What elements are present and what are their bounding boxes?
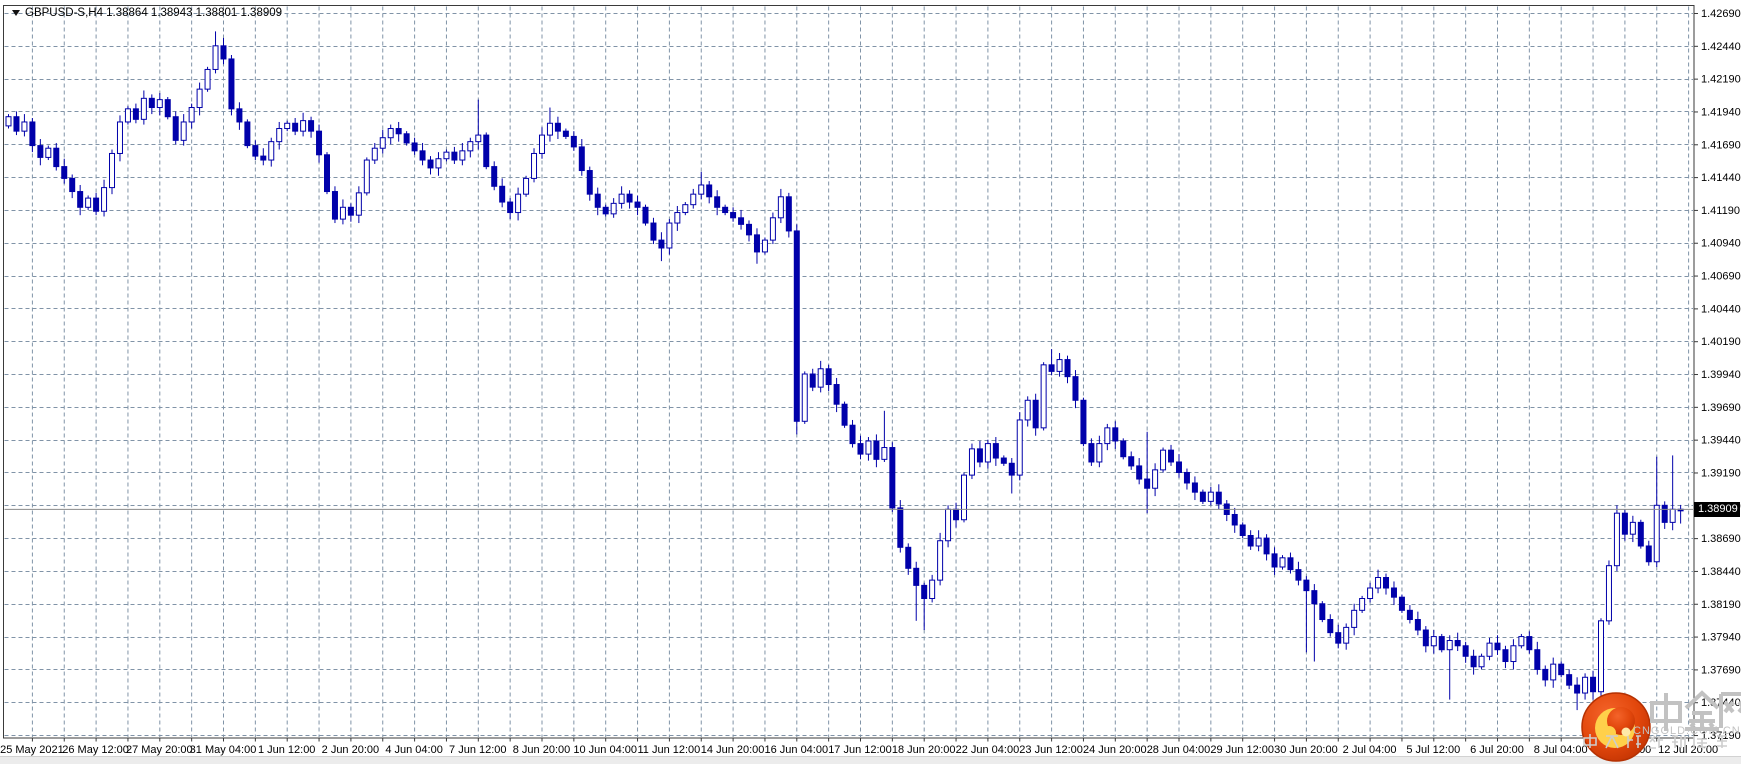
time-axis-label: 14 Jun 20:00 [701,744,765,756]
price-axis-label: 1.41190 [1701,205,1740,217]
time-axis-label: 18 Jun 20:00 [892,744,956,756]
price-axis[interactable]: 1.42690 1.42440 1.42190 1.41940 1.41690 1.414… [1694,8,1741,742]
chart-window: 1.42690 1.42440 1.42190 1.41940 1.41690 1.414… [0,0,1741,764]
time-axis-label: 8 Jul 04:00 [1534,744,1588,756]
symbol-dropdown-icon[interactable] [12,10,20,16]
window-bottom-strip [0,756,1741,764]
price-axis-label: 1.42190 [1701,74,1741,86]
time-axis-label: 8 Jun 20:00 [513,744,571,756]
time-axis-label: 27 May 20:00 [126,744,193,756]
price-axis-label: 1.40190 [1701,336,1741,348]
price-axis-label: 1.42690 [1701,8,1741,20]
price-axis-label: 1.41440 [1701,172,1741,184]
time-axis-label: 28 Jun 04:00 [1147,744,1211,756]
price-axis-label: 1.39440 [1701,435,1741,447]
current-price-label: 1.38909 [1694,502,1740,517]
price-axis-label: 1.39940 [1701,369,1741,381]
time-axis-label: 2 Jul 04:00 [1343,744,1397,756]
time-axis-label: 5 Jul 12:00 [1406,744,1460,756]
price-axis-label: 1.39690 [1701,402,1741,414]
time-axis-label: 10 Jun 04:00 [573,744,637,756]
symbol-ohlc-text: GBPUSD-S,H4 1.38864 1.38943 1.38801 1.38… [25,7,283,19]
price-axis-label: 1.38440 [1701,566,1741,578]
time-axis-label: 4 Jun 04:00 [385,744,443,756]
price-axis-label: 1.37440 [1701,697,1741,709]
time-axis-label: 1 Jun 12:00 [258,744,316,756]
time-axis-label: 16 Jun 04:00 [764,744,828,756]
time-axis-label: 26 May 12:00 [62,744,129,756]
price-chart-canvas[interactable]: 1.42690 1.42440 1.42190 1.41940 1.41690 1.414… [0,0,1741,764]
price-axis-label: 1.42440 [1701,41,1741,53]
time-axis-label: 23 Jun 12:00 [1019,744,1083,756]
time-axis-label: 9 Jul 12:00 [1597,744,1651,756]
time-axis-label: 25 May 2021 [0,744,64,756]
time-axis-label: 17 Jun 12:00 [828,744,892,756]
symbol-title: GBPUSD-S,H4 1.38864 1.38943 1.38801 1.38… [12,7,282,19]
price-axis-label: 1.37690 [1701,664,1741,676]
price-axis-label: 1.37940 [1701,632,1741,644]
price-axis-label: 1.41690 [1701,139,1741,151]
price-axis-label: 1.40940 [1701,238,1741,250]
price-axis-label: 1.41940 [1701,106,1741,118]
time-axis-label: 30 Jun 20:00 [1274,744,1338,756]
time-axis-label: 2 Jun 20:00 [322,744,380,756]
price-axis-label: 1.40690 [1701,271,1741,283]
price-axis-label: 1.40440 [1701,303,1741,315]
time-axis-label: 7 Jun 12:00 [449,744,507,756]
time-axis-label: 6 Jul 20:00 [1470,744,1524,756]
time-axis-label: 29 Jun 12:00 [1210,744,1274,756]
price-axis-label: 1.38690 [1701,533,1741,545]
time-axis-label: 22 Jun 04:00 [956,744,1020,756]
time-axis-label: 11 Jun 12:00 [638,744,701,756]
time-axis-label: 12 Jul 20:00 [1658,744,1718,756]
price-axis-label: 1.38190 [1701,599,1741,611]
time-axis-label: 31 May 04:00 [190,744,257,756]
price-axis-label: 1.39190 [1701,467,1741,479]
time-axis-label: 24 Jun 20:00 [1083,744,1147,756]
